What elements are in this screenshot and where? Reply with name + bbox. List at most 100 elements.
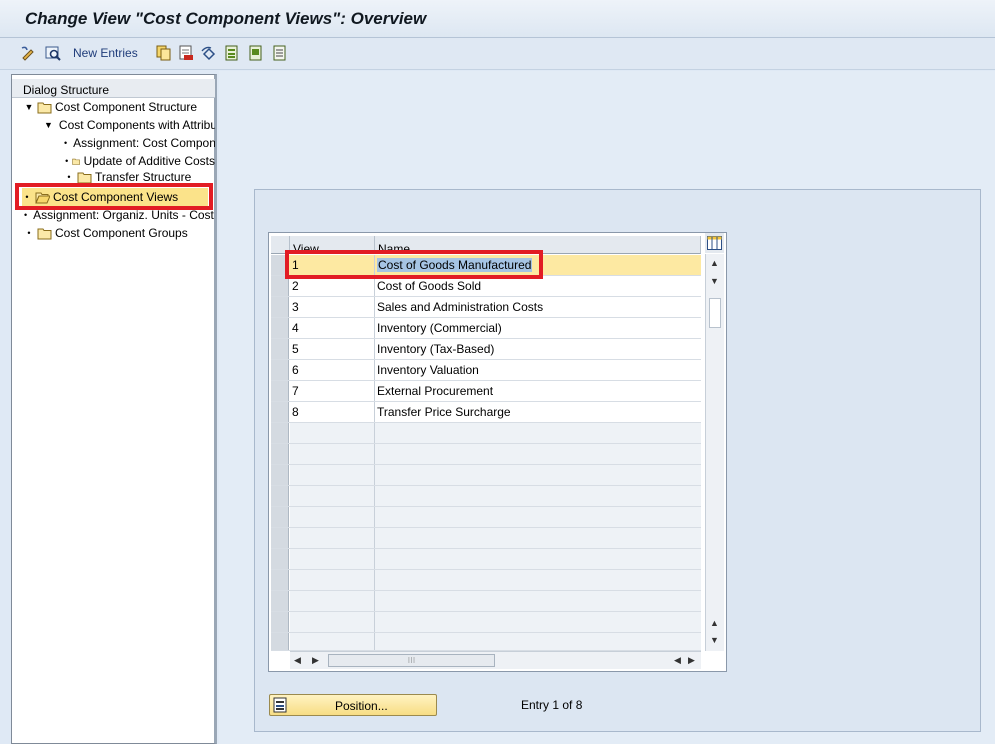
vertical-scroll-thumb[interactable]	[709, 298, 721, 328]
row-selector[interactable]	[271, 633, 289, 650]
table-row[interactable]: 2 Cost of Goods Sold	[271, 276, 701, 297]
row-selector[interactable]	[271, 297, 289, 317]
cell-name[interactable]: Sales and Administration Costs	[375, 297, 701, 317]
row-selector[interactable]	[271, 591, 289, 611]
scroll-far-left-icon[interactable]: ◀	[674, 655, 681, 666]
position-button[interactable]: Position...	[269, 694, 437, 716]
empty-table-row[interactable]	[271, 486, 701, 507]
cell-name[interactable]: Inventory Valuation	[375, 360, 701, 380]
column-header-name[interactable]: Name	[375, 236, 701, 256]
scroll-left-icon[interactable]: ◀	[294, 655, 301, 666]
select-all-column-header[interactable]	[271, 236, 290, 254]
row-selector[interactable]	[271, 444, 289, 464]
expand-arrow-icon[interactable]: ▼	[44, 120, 53, 130]
table-row[interactable]: 1 Cost of Goods Manufactured	[271, 255, 701, 276]
table-row[interactable]: 6 Inventory Valuation	[271, 360, 701, 381]
cell-name[interactable]	[375, 633, 701, 650]
cell-name[interactable]: Inventory (Commercial)	[375, 318, 701, 338]
cell-view[interactable]: 7	[290, 381, 375, 401]
tree-item-cost-component-structure[interactable]: ▼ Cost Component Structure	[24, 98, 215, 116]
row-selector[interactable]	[271, 528, 289, 548]
cell-view[interactable]: 8	[290, 402, 375, 422]
cell-name[interactable]	[375, 570, 701, 590]
cell-view[interactable]	[290, 633, 375, 650]
cell-view[interactable]: 1	[290, 255, 375, 275]
scroll-far-right-icon[interactable]: ▶	[688, 655, 695, 666]
cell-name[interactable]	[375, 507, 701, 527]
select-all-icon[interactable]	[224, 45, 240, 61]
cell-name[interactable]	[375, 591, 701, 611]
tree-item-cost-component-views[interactable]: • Cost Component Views	[22, 188, 208, 206]
vertical-scrollbar[interactable]: ▲ ▼ ▲ ▼	[705, 254, 724, 651]
cell-view[interactable]	[290, 465, 375, 485]
cell-name[interactable]: Transfer Price Surcharge	[375, 402, 701, 422]
row-selector[interactable]	[271, 570, 289, 590]
row-selector[interactable]	[271, 549, 289, 569]
cell-name[interactable]: Cost of Goods Manufactured	[375, 255, 701, 275]
empty-table-row[interactable]	[271, 423, 701, 444]
row-selector[interactable]	[271, 465, 289, 485]
display-icon[interactable]	[45, 45, 61, 61]
undo-change-icon[interactable]	[201, 45, 217, 61]
row-selector[interactable]	[271, 360, 289, 380]
scroll-up-icon[interactable]: ▲	[710, 258, 719, 268]
row-selector[interactable]	[271, 318, 289, 338]
row-selector[interactable]	[271, 276, 289, 296]
tree-item-assignment-organiz-units[interactable]: • Assignment: Organiz. Units - Cost Comp…	[24, 206, 215, 224]
select-block-icon[interactable]	[248, 45, 264, 61]
expand-arrow-icon[interactable]: ▼	[24, 102, 34, 112]
cell-name[interactable]	[375, 612, 701, 632]
empty-table-row[interactable]	[271, 507, 701, 528]
scroll-right-icon[interactable]: ▶	[312, 655, 319, 666]
horizontal-scrollbar[interactable]: ◀ ▶ ⁝⁝⁝ ◀ ▶	[290, 651, 701, 669]
table-row[interactable]: 4 Inventory (Commercial)	[271, 318, 701, 339]
delete-icon[interactable]	[178, 45, 194, 61]
deselect-all-icon[interactable]	[272, 45, 288, 61]
cell-name[interactable]: Cost of Goods Sold	[375, 276, 701, 296]
row-selector[interactable]	[271, 612, 289, 632]
column-header-view[interactable]: View	[290, 236, 375, 256]
cell-view[interactable]	[290, 444, 375, 464]
scroll-page-up-icon[interactable]: ▲	[710, 618, 719, 628]
cell-name[interactable]	[375, 549, 701, 569]
tree-item-cost-components-with-attributes[interactable]: ▼ Cost Components with Attributes	[44, 116, 215, 134]
empty-table-row[interactable]	[271, 591, 701, 612]
cell-view[interactable]: 4	[290, 318, 375, 338]
row-selector[interactable]	[271, 402, 289, 422]
table-row[interactable]: 8 Transfer Price Surcharge	[271, 402, 701, 423]
empty-table-row[interactable]	[271, 570, 701, 591]
cell-view[interactable]	[290, 570, 375, 590]
tree-item-cost-component-groups[interactable]: • Cost Component Groups	[24, 224, 215, 242]
empty-table-row[interactable]	[271, 465, 701, 486]
new-entries-button[interactable]: New Entries	[73, 46, 138, 60]
row-selector[interactable]	[271, 255, 289, 275]
cell-view[interactable]	[290, 507, 375, 527]
empty-table-row[interactable]	[271, 612, 701, 633]
empty-table-row[interactable]	[271, 444, 701, 465]
empty-table-row[interactable]	[271, 528, 701, 549]
table-settings-icon[interactable]	[705, 233, 724, 253]
horizontal-scroll-thumb[interactable]: ⁝⁝⁝	[328, 654, 495, 667]
scroll-page-down-icon[interactable]: ▼	[710, 635, 719, 645]
row-selector[interactable]	[271, 423, 289, 443]
cell-name[interactable]: External Procurement	[375, 381, 701, 401]
row-selector[interactable]	[271, 381, 289, 401]
cell-view[interactable]	[290, 612, 375, 632]
table-row[interactable]: 7 External Procurement	[271, 381, 701, 402]
cell-view[interactable]	[290, 528, 375, 548]
display-change-icon[interactable]	[20, 45, 36, 61]
cell-view[interactable]	[290, 591, 375, 611]
cell-view[interactable]	[290, 549, 375, 569]
table-row[interactable]: 5 Inventory (Tax-Based)	[271, 339, 701, 360]
copy-as-icon[interactable]	[155, 45, 171, 61]
cell-view[interactable]: 2	[290, 276, 375, 296]
cell-view[interactable]	[290, 423, 375, 443]
cell-name[interactable]	[375, 465, 701, 485]
cell-name[interactable]	[375, 528, 701, 548]
empty-table-row[interactable]	[271, 549, 701, 570]
scroll-down-icon[interactable]: ▼	[710, 276, 719, 286]
cell-view[interactable]: 6	[290, 360, 375, 380]
tree-item-update-of-additive-costs[interactable]: • Update of Additive Costs	[64, 152, 215, 170]
selected-cell-text[interactable]: Cost of Goods Manufactured	[377, 258, 533, 272]
cell-name[interactable]: Inventory (Tax-Based)	[375, 339, 701, 359]
